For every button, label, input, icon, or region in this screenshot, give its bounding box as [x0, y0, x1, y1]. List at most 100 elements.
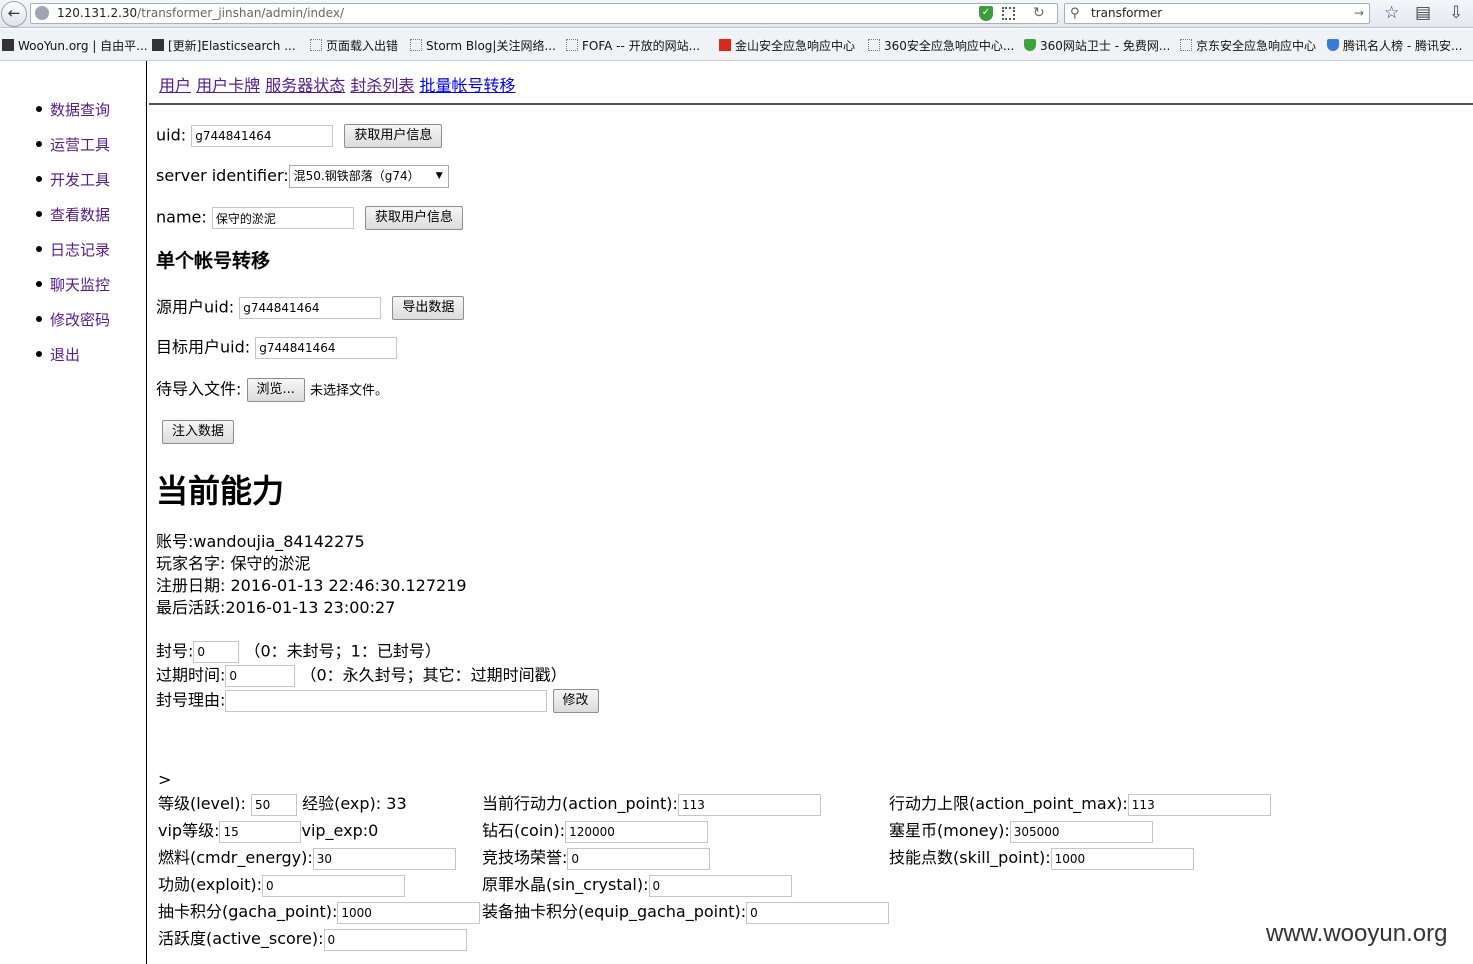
qr-code-icon[interactable] [1002, 7, 1015, 20]
ban-hint: （0：未封号；1：已封号） [244, 641, 441, 661]
reload-icon[interactable]: ↻ [1033, 4, 1045, 23]
back-arrow-icon[interactable]: ← [1, 1, 27, 27]
vip-input[interactable] [219, 820, 302, 843]
sidebar-item-logs: 日志记录 [36, 239, 110, 274]
sin-crystal-input[interactable] [648, 874, 792, 897]
bookmark-item[interactable]: 腾讯名人榜 - 腾讯安... [1327, 38, 1462, 54]
action-point-input[interactable] [677, 793, 821, 816]
uid-label: uid: [156, 125, 187, 145]
sidebar-link[interactable]: 修改密码 [50, 311, 110, 329]
search-icon: ⚲ [1070, 6, 1080, 21]
sidebar: 数据查询 运营工具 开发工具 查看数据 日志记录 聊天监控 修改密码 退出 [0, 61, 147, 964]
money-field: 塞星币(money): [889, 820, 1153, 843]
ban-row: 封号: （0：未封号；1：已封号） [156, 641, 441, 663]
nav-link-user-cards[interactable]: 用户卡牌 [196, 76, 260, 95]
url-bar[interactable]: 120.131.2.30/transformer_jinshan/admin/i… [30, 3, 1058, 24]
coin-input[interactable] [565, 820, 709, 843]
level-field: 等级(level): 经验(exp): 33 [158, 793, 407, 816]
bookmark-item[interactable]: 360安全应急响应中心... [868, 38, 1014, 54]
sidebar-link[interactable]: 查看数据 [50, 206, 110, 224]
uid-input[interactable] [191, 125, 334, 147]
name-input[interactable] [211, 207, 354, 229]
equip-gacha-point-field: 装备抽卡积分(equip_gacha_point): [482, 901, 890, 924]
bookmarks-list-icon[interactable]: ▤ [1415, 3, 1431, 23]
security-shield-icon[interactable]: ✓ [979, 6, 993, 21]
blank-page-icon [410, 39, 422, 51]
bookmark-item[interactable]: WooYun.org | 自由平... [2, 38, 148, 54]
cmdr-energy-input[interactable] [312, 847, 456, 870]
nav-link-ban-list[interactable]: 封杀列表 [350, 76, 414, 95]
arena-field: 竞技场荣誉: [482, 847, 711, 870]
sidebar-link[interactable]: 日志记录 [50, 241, 110, 259]
modify-ban-button[interactable]: 修改 [552, 689, 599, 713]
nav-link-server-status[interactable]: 服务器状态 [265, 76, 345, 95]
blank-page-icon [310, 39, 322, 51]
nav-link-users[interactable]: 用户 [159, 76, 191, 95]
sidebar-item-data-query: 数据查询 [36, 99, 110, 134]
dropdown-arrow-icon: ▼ [435, 171, 443, 181]
name-row: name: 获取用户信息 [156, 206, 463, 230]
bookmark-item[interactable]: 金山安全应急响应中心 [719, 38, 855, 54]
blank-page-icon [566, 39, 578, 51]
active-score-input[interactable] [323, 928, 467, 951]
browse-file-button[interactable]: 浏览... [246, 378, 305, 402]
fetch-user-by-uid-button[interactable]: 获取用户信息 [344, 124, 443, 148]
arena-label: 竞技场荣誉: [482, 848, 568, 867]
sidebar-menu: 数据查询 运营工具 开发工具 查看数据 日志记录 聊天监控 修改密码 退出 [36, 99, 110, 379]
exploit-input[interactable] [262, 874, 406, 897]
sidebar-link[interactable]: 退出 [50, 346, 80, 364]
server-label: server identifier: [156, 166, 289, 185]
export-data-button[interactable]: 导出数据 [392, 296, 465, 320]
bookmark-item[interactable]: Storm Blog|关注网络... [410, 38, 556, 54]
last-active-text: 最后活跃:2016-01-13 23:00:27 [156, 598, 396, 617]
uid-row: uid: 获取用户信息 [156, 124, 443, 148]
equip-gacha-point-label: 装备抽卡积分(equip_gacha_point): [482, 902, 747, 921]
sidebar-link[interactable]: 数据查询 [50, 101, 110, 119]
inject-data-button[interactable]: 注入数据 [162, 420, 235, 444]
action-point-max-input[interactable] [1127, 793, 1271, 816]
money-input[interactable] [1009, 820, 1153, 843]
ban-label: 封号: [156, 641, 194, 661]
vip-label: vip等级: [158, 821, 220, 840]
target-uid-input[interactable] [255, 337, 398, 359]
equip-gacha-point-input[interactable] [746, 901, 890, 924]
ban-input[interactable] [193, 641, 240, 663]
server-select[interactable]: 混50.钢铁部落（g74） ▼ [288, 165, 449, 188]
sidebar-link[interactable]: 运营工具 [50, 136, 110, 154]
no-file-selected-text: 未选择文件。 [310, 383, 389, 399]
blank-page-icon [868, 39, 880, 51]
bookmark-item[interactable]: 360网站卫士 - 免费网... [1024, 38, 1170, 54]
vip-field: vip等级: vip_exp:0 [158, 820, 378, 843]
sidebar-link[interactable]: 聊天监控 [50, 276, 110, 294]
ability-heading: 当前能力 [156, 472, 285, 510]
bookmark-item[interactable]: 页面载入出错 [310, 38, 398, 54]
source-uid-input[interactable] [239, 297, 382, 319]
star-bookmark-icon[interactable]: ☆ [1384, 3, 1399, 23]
nav-link-batch-transfer[interactable]: 批量帐号转移 [419, 76, 515, 95]
kingsoft-icon [719, 39, 731, 51]
action-point-label: 当前行动力(action_point): [482, 794, 678, 813]
level-input[interactable] [251, 793, 298, 816]
search-go-arrow-icon[interactable]: → [1354, 4, 1364, 23]
download-icon[interactable]: ⇩ [1449, 3, 1463, 23]
bookmark-item[interactable]: FOFA -- 开放的网站... [566, 38, 700, 54]
exploit-field: 功勋(exploit): [158, 874, 406, 897]
arena-input[interactable] [567, 847, 711, 870]
fetch-user-by-name-button[interactable]: 获取用户信息 [364, 206, 463, 230]
gacha-point-input[interactable] [337, 901, 481, 924]
search-bar[interactable]: ⚲ transformer → [1064, 3, 1370, 24]
expire-input[interactable] [225, 665, 296, 687]
ban-reason-input[interactable] [225, 690, 548, 712]
skill-point-input[interactable] [1050, 847, 1194, 870]
sidebar-link[interactable]: 开发工具 [50, 171, 110, 189]
sin-crystal-field: 原罪水晶(sin_crystal): [482, 874, 792, 897]
top-nav: 用户 用户卡牌 服务器状态 封杀列表 批量帐号转移 [159, 72, 515, 96]
server-selected-value: 混50.钢铁部落（g74） [293, 169, 420, 183]
bookmark-item[interactable]: [更新]Elasticsearch ... [152, 38, 296, 54]
watermark: www.wooyun.org [1266, 920, 1448, 947]
exploit-label: 功勋(exploit): [158, 875, 263, 894]
sidebar-item-dev-tools: 开发工具 [36, 169, 110, 204]
source-uid-label: 源用户uid: [156, 297, 235, 317]
target-uid-label: 目标用户uid: [156, 337, 251, 357]
bookmark-item[interactable]: 京东安全应急响应中心 [1180, 38, 1316, 54]
